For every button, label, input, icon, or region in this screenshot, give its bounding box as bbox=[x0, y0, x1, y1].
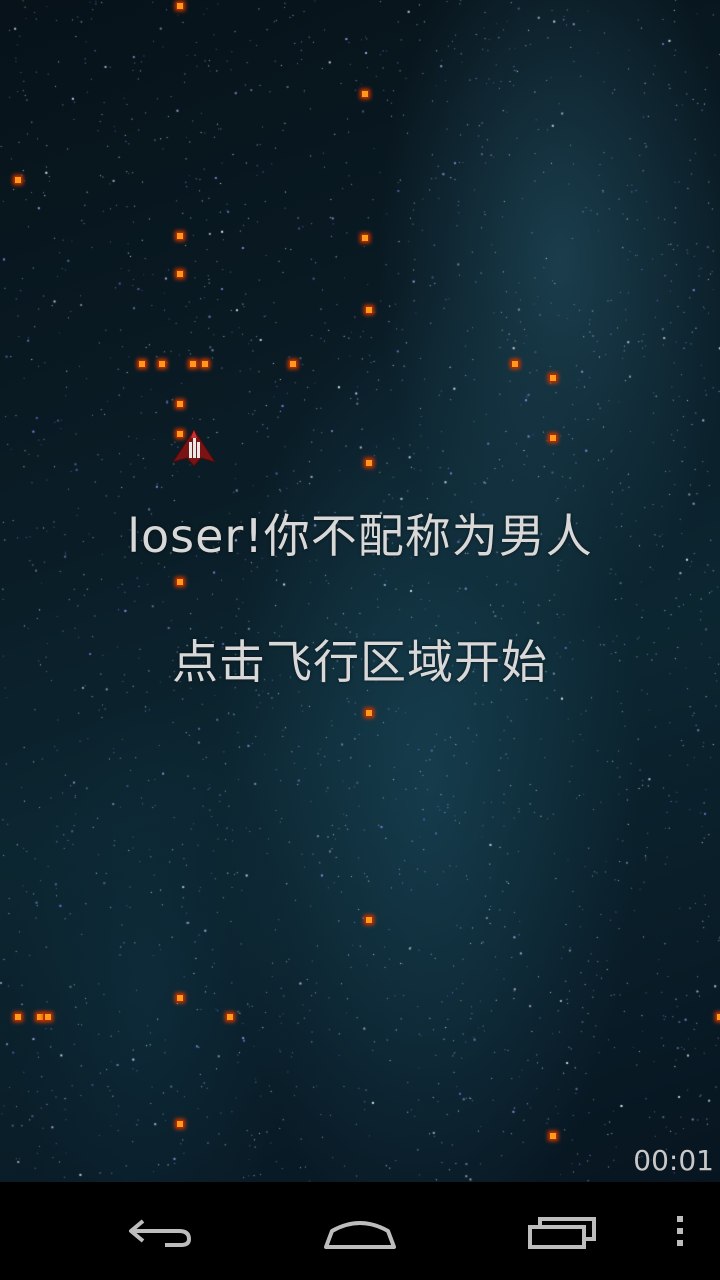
overflow-menu-button[interactable] bbox=[660, 1196, 700, 1266]
enemy-bullet bbox=[176, 578, 184, 586]
game-screen: loser!你不配称为男人 点击飞行区域开始 00:01 bbox=[0, 0, 720, 1280]
enemy-bullet bbox=[549, 374, 557, 382]
starfield-background bbox=[0, 0, 720, 1182]
enemy-bullet bbox=[226, 1013, 234, 1021]
elapsed-timer: 00:01 bbox=[633, 1144, 714, 1177]
enemy-bullet bbox=[36, 1013, 44, 1021]
enemy-bullet bbox=[361, 90, 369, 98]
enemy-bullet bbox=[365, 709, 373, 717]
enemy-bullet bbox=[365, 916, 373, 924]
enemy-bullet bbox=[14, 176, 22, 184]
enemy-bullet bbox=[716, 1013, 720, 1021]
flight-area[interactable]: loser!你不配称为男人 点击飞行区域开始 00:01 bbox=[0, 0, 720, 1182]
enemy-bullet bbox=[176, 1120, 184, 1128]
enemy-bullet bbox=[176, 232, 184, 240]
player-plane-icon bbox=[171, 429, 217, 467]
enemy-bullet bbox=[176, 2, 184, 10]
enemy-bullet bbox=[44, 1013, 52, 1021]
recent-apps-button[interactable] bbox=[512, 1196, 612, 1266]
enemy-bullet bbox=[189, 360, 197, 368]
enemy-bullet bbox=[365, 306, 373, 314]
enemy-bullet bbox=[176, 400, 184, 408]
tap-to-start-message: 点击飞行区域开始 bbox=[172, 635, 548, 689]
enemy-bullet bbox=[289, 360, 297, 368]
enemy-bullet bbox=[158, 360, 166, 368]
enemy-bullet bbox=[176, 270, 184, 278]
enemy-bullet bbox=[14, 1013, 22, 1021]
enemy-bullet bbox=[511, 360, 519, 368]
enemy-bullet bbox=[361, 234, 369, 242]
enemy-bullet bbox=[549, 1132, 557, 1140]
overflow-menu-icon bbox=[677, 1216, 683, 1246]
enemy-bullet bbox=[365, 459, 373, 467]
enemy-bullet bbox=[549, 434, 557, 442]
home-icon bbox=[324, 1221, 396, 1249]
enemy-bullet bbox=[138, 360, 146, 368]
back-button[interactable] bbox=[110, 1196, 210, 1266]
recent-apps-icon bbox=[528, 1217, 596, 1249]
enemy-bullet bbox=[201, 360, 209, 368]
system-navigation-bar bbox=[0, 1182, 720, 1280]
home-button[interactable] bbox=[310, 1196, 410, 1266]
back-arrow-icon bbox=[129, 1219, 192, 1247]
game-over-message: loser!你不配称为男人 bbox=[127, 509, 593, 563]
enemy-bullet bbox=[176, 994, 184, 1002]
